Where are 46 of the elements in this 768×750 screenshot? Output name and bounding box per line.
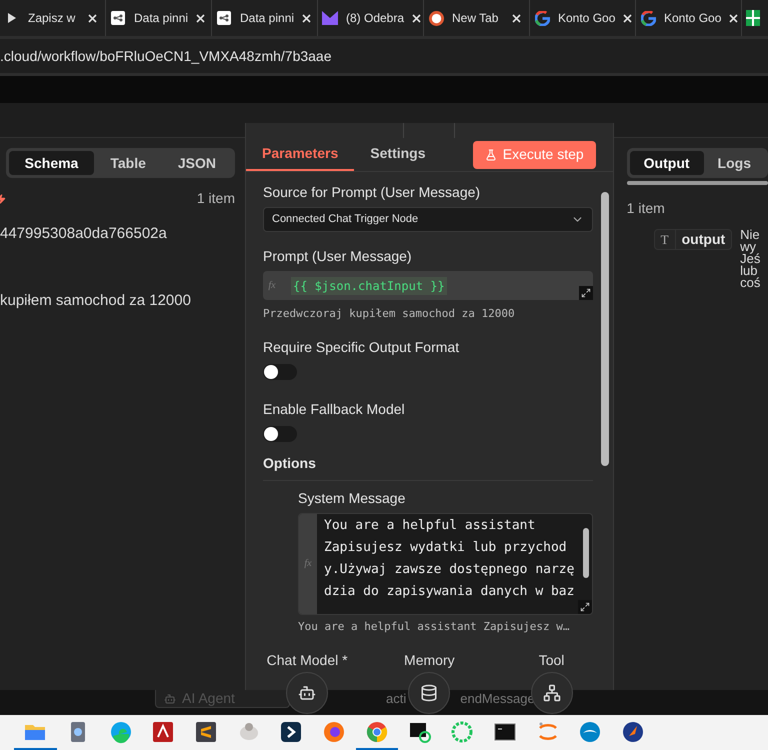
node-title: acti [386, 690, 406, 708]
fx-icon: fx [263, 278, 281, 293]
source-select[interactable]: Connected Chat Trigger Node [263, 207, 593, 232]
section-title: Options [263, 452, 593, 480]
prompt-preview: Przedwczoraj kupiłem samochod za 12000 [263, 306, 516, 322]
field-name: output [674, 229, 732, 250]
connector-label: Memory [404, 651, 455, 670]
tab-title: Data pinni [134, 10, 188, 27]
prompt-field[interactable]: fx {{ $json.chatInput }} [263, 271, 593, 300]
panel-tab[interactable]: Parameters [246, 138, 354, 171]
field-label: Prompt (User Message) [263, 247, 413, 266]
connector-label: Chat Model * [266, 651, 348, 670]
view-tab[interactable]: JSON [162, 151, 232, 175]
output-text: lub [740, 265, 758, 277]
tab-title: Konto Goo [558, 10, 616, 27]
output-text: coś [740, 277, 760, 289]
tab-title: (8) Odebra [346, 10, 404, 27]
field-label: System Message [298, 488, 406, 508]
view-tab[interactable]: Logs [704, 151, 765, 175]
address-bar[interactable]: .cloud/workflow/boFRluOeCN1_VMXA48zmh/7b3aae [0, 39, 768, 73]
panel-tab[interactable]: Settings [354, 138, 442, 171]
view-tab[interactable]: Table [94, 151, 162, 175]
field-value: 447995308a0da766502a [0, 224, 168, 244]
system-message-text: You are a helpful assistant Zapisujesz wydatki lub przychod y.Używaj zawsze dostępnego narzę dzia do zapisywania danych w baz [324, 516, 576, 600]
fx-icon: fx [299, 514, 317, 614]
text-type-icon: T [654, 230, 675, 250]
tab-title: New Tab [452, 10, 500, 27]
view-tab[interactable]: Output [630, 151, 704, 175]
tab-title: Zapisz w [28, 10, 76, 27]
system-message-field[interactable]: fx You are a helpful assistant Zapisujesz wydatki lub przychod y.Używaj zawsze dostępnego narzę dzia do zapisywania danych w baz [298, 512, 593, 614]
node-title: endMessage [460, 690, 535, 708]
view-tab[interactable]: Schema [8, 151, 94, 175]
output-text: Nie [740, 229, 760, 241]
field-value: kupiłem samochod za 12000 [0, 290, 192, 310]
switch-label: Enable Fallback Model [263, 400, 406, 418]
item-count: 1 item [196, 189, 235, 208]
system-preview: You are a helpful assistant Zapisujesz w… [298, 618, 571, 634]
switch-label: Require Specific Output Format [263, 338, 460, 357]
item-count: 1 item [626, 199, 666, 218]
tab-title: Data pinni [240, 10, 294, 27]
expression: {{ $json.chatInput }} [291, 276, 447, 294]
connector-label: Tool [538, 651, 564, 670]
tab-title: Konto Goo [664, 10, 722, 27]
field-label: Source for Prompt (User Message) [263, 183, 482, 202]
output-text: wy [740, 241, 756, 253]
output-text: Jeś [740, 253, 760, 265]
